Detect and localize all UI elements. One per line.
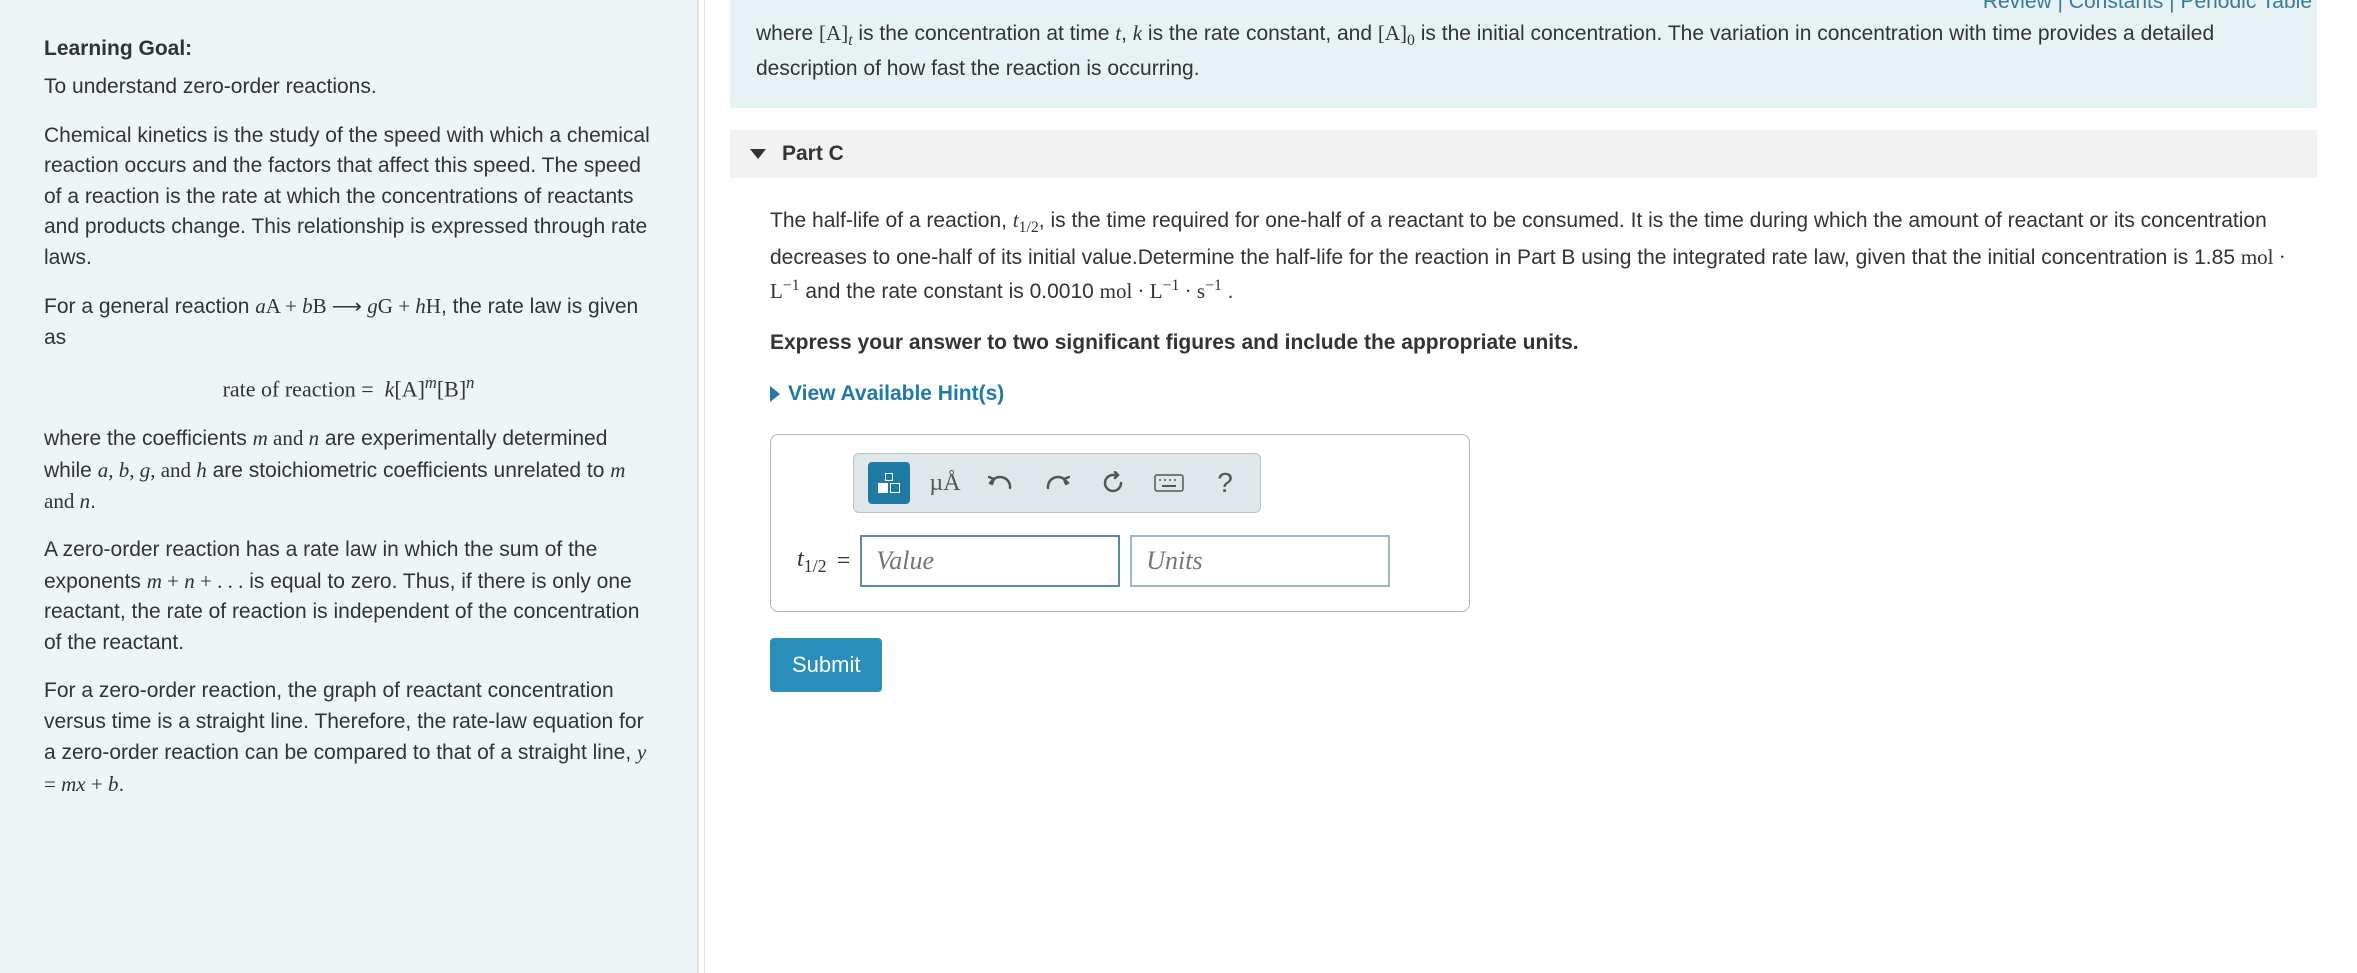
keyboard-icon [1154, 474, 1184, 492]
top-links[interactable]: Review | Constants | Periodic Table [1983, 0, 2312, 14]
learning-goal-text: To understand zero-order reactions. [44, 72, 653, 102]
p3a: For a general reaction [44, 295, 255, 318]
collapse-icon [750, 149, 766, 159]
p6a: For a zero-order reaction, the graph of … [44, 679, 644, 764]
view-hints-toggle[interactable]: View Available Hint(s) [770, 378, 2317, 411]
coefficients-text: where the coefficients m and n are exper… [44, 423, 653, 517]
expand-icon [770, 386, 780, 402]
question-text: The half-life of a reaction, t1/2, is th… [770, 204, 2317, 309]
exp-sum: m + n + . . . [147, 569, 244, 593]
learning-goal-heading: Learning Goal: [44, 34, 653, 64]
reset-icon [1101, 471, 1125, 495]
t-half-sym: t1/2 [1013, 208, 1039, 232]
units-input[interactable] [1130, 535, 1390, 587]
submit-button[interactable]: Submit [770, 638, 882, 692]
answer-eq: = [837, 543, 851, 580]
part-c-header[interactable]: Part C [730, 130, 2317, 178]
conc-initial: [A]0 [1378, 21, 1415, 45]
redo-button[interactable] [1036, 462, 1078, 504]
abgh-vars: a, b, g, and h [98, 458, 207, 482]
part-label: Part C [782, 142, 844, 166]
learning-goal-panel: Learning Goal: To understand zero-order … [0, 0, 700, 973]
intro-text-mid1: is the concentration at time [853, 22, 1116, 45]
intro-box: where [A]t is the concentration at time … [730, 0, 2317, 108]
q1d: . [1222, 280, 1234, 303]
var-k: k [1133, 21, 1142, 45]
answer-instruction: Express your answer to two significant f… [770, 327, 2317, 360]
q1c: and the rate constant is 0.0010 [800, 280, 1100, 303]
input-toolbar: µÅ ? [853, 453, 1261, 513]
redo-icon [1044, 473, 1070, 493]
p4c: are stoichiometric coefficients unrelate… [207, 459, 610, 482]
conc-at-t: [A]t [819, 21, 853, 45]
intro-text-pre: where [756, 22, 819, 45]
rate-law-equation: rate of reaction = k[A]m[B]n [44, 371, 653, 405]
hints-label: View Available Hint(s) [788, 378, 1004, 411]
reset-button[interactable] [1092, 462, 1134, 504]
mn-vars: m and n [253, 426, 320, 450]
intro-text-mid2: , [1121, 22, 1133, 45]
intro-text-mid3: is the rate constant, and [1142, 22, 1378, 45]
help-button[interactable]: ? [1204, 462, 1246, 504]
straight-line-text: For a zero-order reaction, the graph of … [44, 676, 653, 800]
p4d: . [90, 490, 96, 513]
p6b: . [118, 773, 124, 796]
answer-input-zone: µÅ ? t1/2 = [770, 434, 1470, 612]
q1a: The half-life of a reaction, [770, 209, 1013, 232]
value-input[interactable] [860, 535, 1120, 587]
p4a: where the coefficients [44, 427, 253, 450]
units-button[interactable]: µÅ [924, 462, 966, 504]
undo-button[interactable] [980, 462, 1022, 504]
answer-row: t1/2 = [797, 535, 1443, 587]
zero-order-def-text: A zero-order reaction has a rate law in … [44, 535, 653, 658]
undo-icon [988, 473, 1014, 493]
kinetics-intro-text: Chemical kinetics is the study of the sp… [44, 121, 653, 273]
general-reaction-text: For a general reaction aA + bB ⟶ gG + hH… [44, 291, 653, 353]
question-panel: Review | Constants | Periodic Table wher… [700, 0, 2357, 973]
answer-lhs: t1/2 [797, 541, 827, 581]
rate-units: mol · L−1 · s−1 [1100, 279, 1222, 303]
reaction-eqn: aA + bB ⟶ gG + hH [255, 294, 441, 318]
keyboard-button[interactable] [1148, 462, 1190, 504]
question-body: The half-life of a reaction, t1/2, is th… [730, 204, 2317, 692]
templates-button[interactable] [868, 462, 910, 504]
